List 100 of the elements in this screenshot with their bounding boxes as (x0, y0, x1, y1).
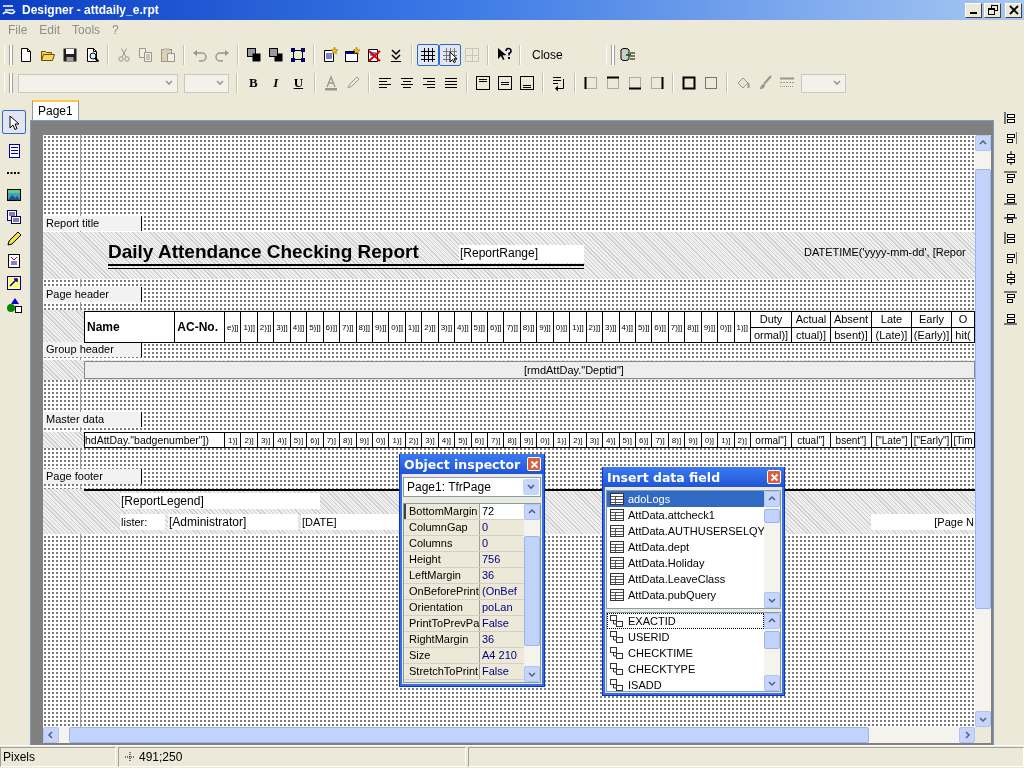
data-cell: 7)] (652, 433, 669, 447)
property-value[interactable]: 0 (480, 536, 524, 551)
scroll-down-button[interactable] (975, 711, 991, 727)
property-name[interactable]: StretchToPrint (404, 664, 480, 679)
band-label[interactable]: Group header (44, 342, 142, 357)
dataset-item[interactable]: AttData.attcheck1 (607, 507, 764, 523)
band-label[interactable]: Report title (44, 216, 142, 231)
property-value[interactable]: 36 (480, 632, 524, 647)
data-cell: 6)] (307, 433, 324, 447)
dataset-item[interactable]: AttData.LeaveClass (607, 571, 764, 587)
property-name[interactable]: Orientation (404, 600, 480, 615)
scroll-up-button[interactable] (764, 613, 780, 629)
scrollbar-thumb[interactable] (764, 631, 780, 649)
vertical-scrollbar[interactable] (764, 491, 780, 608)
band-label[interactable]: Page header (44, 287, 142, 302)
scrollbar-thumb[interactable] (975, 169, 991, 609)
toolbar-button[interactable] (417, 44, 439, 66)
header-cell: hit( (952, 326, 974, 342)
property-value[interactable]: 756 (480, 552, 524, 567)
dataset-item[interactable]: AttData.pubQuery (607, 587, 764, 603)
header-cell: 3)]] (603, 312, 620, 342)
data-cell: bsent"] (831, 433, 872, 447)
property-value[interactable]: A4 210 (480, 648, 524, 663)
align-objects-icon[interactable] (1003, 170, 1017, 186)
property-value[interactable]: False (480, 664, 524, 679)
scroll-up-button[interactable] (764, 491, 780, 507)
restore-button[interactable] (984, 2, 1001, 18)
pointer-icon (6, 114, 22, 130)
property-value[interactable]: poLan (480, 600, 524, 615)
band-label[interactable]: Page footer (44, 469, 142, 484)
italic-button[interactable]: I (264, 72, 287, 94)
scrollbar-corner (975, 727, 991, 743)
close-icon (529, 459, 539, 469)
scroll-up-button[interactable] (975, 135, 991, 151)
tool-palette-button[interactable] (2, 110, 26, 134)
dataset-item[interactable]: AttData.AUTHUSERSELQY (607, 523, 764, 539)
column-heading: Name (85, 312, 176, 342)
font-color-icon (323, 75, 340, 91)
title-bar[interactable]: Object inspector (400, 454, 544, 474)
toolbar-grip[interactable] (4, 45, 10, 65)
property-name[interactable]: RightMargin (404, 632, 480, 647)
scroll-left-button[interactable] (43, 727, 59, 743)
align-objects-icon[interactable] (1003, 230, 1017, 246)
title-bar[interactable]: Insert data field (603, 467, 784, 487)
property-value[interactable]: 0 (480, 520, 524, 535)
property-value[interactable]: 36 (480, 568, 524, 583)
field-item[interactable]: CHECKTYPE (607, 661, 764, 677)
data-cell: 5)] (290, 433, 308, 447)
dataset-item[interactable]: AttData.dept (607, 539, 764, 555)
cursor-position: 491;250 (139, 750, 183, 764)
align-objects-icon[interactable] (1003, 290, 1017, 306)
page-tab[interactable]: Page1 (32, 100, 79, 120)
vertical-scrollbar[interactable] (975, 135, 991, 727)
property-value[interactable]: (OnBef (480, 584, 524, 599)
toolbar-button[interactable] (439, 44, 461, 66)
underline-button[interactable]: U (286, 72, 311, 94)
header-cell: 1)]] (241, 312, 258, 342)
property-name[interactable]: Height (404, 552, 480, 567)
header-cell: 5)]] (471, 312, 488, 342)
scrollbar-thumb[interactable] (524, 536, 540, 646)
scroll-up-button[interactable] (524, 504, 540, 520)
field-item[interactable]: CHECKTIME (607, 645, 764, 661)
toolbar-grip[interactable] (605, 45, 612, 65)
field-item[interactable]: USERID (607, 629, 764, 645)
align-objects-icon[interactable] (1003, 110, 1017, 126)
header-cell: 8)]] (685, 312, 702, 342)
property-name[interactable]: ColumnGap (404, 520, 480, 535)
data-cell: 1)] (553, 433, 571, 447)
scroll-right-button[interactable] (959, 727, 975, 743)
vertical-scrollbar[interactable] (524, 504, 540, 682)
scrollbar-thumb[interactable] (764, 509, 780, 523)
property-name[interactable]: Columns (404, 536, 480, 551)
property-name[interactable]: LeftMargin (404, 568, 480, 583)
field-item[interactable]: EXACTID (607, 613, 764, 629)
header-cell: ormal)] (751, 326, 791, 342)
close-icon (769, 472, 779, 482)
close-button[interactable]: Close (525, 44, 570, 66)
property-name[interactable]: PrintToPrevPa (404, 616, 480, 631)
dataset-item[interactable]: adoLogs (607, 491, 764, 507)
property-name[interactable]: Size (404, 648, 480, 663)
bold-button[interactable]: B (242, 72, 265, 94)
object-dropdown[interactable]: Page1: TfrPage (403, 477, 541, 497)
minimize-button[interactable] (965, 2, 982, 18)
header-cell: 1)]] (405, 312, 423, 342)
document-icon (6, 253, 22, 269)
field-item[interactable]: ISADD (607, 677, 764, 693)
scroll-down-button[interactable] (764, 675, 780, 691)
property-value[interactable]: False (480, 616, 524, 631)
vertical-scrollbar[interactable] (764, 613, 780, 691)
scroll-down-button[interactable] (524, 666, 540, 682)
scroll-down-button[interactable] (764, 592, 780, 608)
double-chevron-icon (388, 47, 404, 63)
property-value[interactable]: 72 (480, 504, 524, 519)
property-name[interactable]: OnBeforePrint (404, 584, 480, 599)
close-button[interactable] (1005, 2, 1022, 18)
toolbar-grip[interactable] (4, 73, 10, 93)
dataset-item[interactable]: AttData.Holiday (607, 555, 764, 571)
redo-icon (214, 47, 230, 63)
band-label[interactable]: Master data (44, 412, 142, 427)
data-cell: 2)] (241, 433, 258, 447)
